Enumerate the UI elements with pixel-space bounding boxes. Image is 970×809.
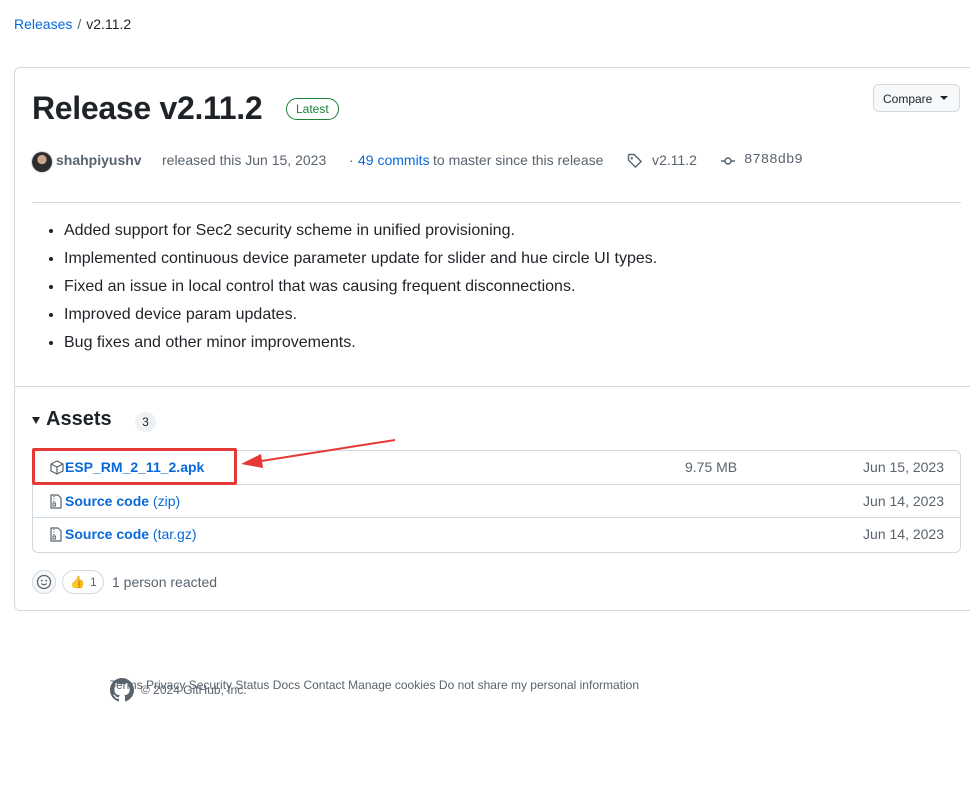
asset-date: Jun 15, 2023	[863, 459, 944, 475]
asset-date: Jun 14, 2023	[863, 493, 944, 509]
asset-row: Source code (tar.gz) Jun 14, 2023	[33, 517, 960, 551]
thumbs-up-icon: 👍	[70, 575, 85, 589]
asset-size: 9.75 MB	[685, 459, 738, 475]
asset-name: Source code	[65, 526, 150, 542]
latest-badge: Latest	[286, 98, 339, 120]
compare-button[interactable]: Compare	[873, 84, 960, 112]
reactions-summary: 1 person reacted	[112, 574, 218, 590]
release-notes: Added support for Sec2 security scheme i…	[46, 220, 657, 360]
commits-suffix: to master since this release	[433, 152, 604, 168]
asset-link[interactable]: Source code (tar.gz)	[65, 526, 197, 542]
meta-dot: ·	[349, 152, 354, 168]
release-note-item: Bug fixes and other minor improvements.	[64, 332, 657, 360]
commits-link[interactable]: 49 commits	[358, 152, 430, 168]
assets-heading: Assets	[46, 408, 112, 430]
release-card: Release v2.11.2 Latest Compare shahpiyus…	[14, 67, 970, 611]
footer: © 2024 GitHub, Inc. Terms Privacy Securi…	[110, 678, 639, 702]
asset-list: ESP_RM_2_11_2.apk 9.75 MB Jun 15, 2023 S…	[32, 450, 961, 553]
annotation-arrow-icon	[241, 439, 396, 468]
tag-icon	[627, 153, 643, 172]
asset-row: Source code (zip) Jun 14, 2023	[33, 484, 960, 518]
release-title: Release v2.11.2	[32, 90, 263, 126]
release-note-item: Implemented continuous device parameter …	[64, 248, 657, 276]
smiley-icon	[36, 574, 52, 590]
breadcrumb-releases-link[interactable]: Releases	[14, 16, 72, 32]
divider	[15, 386, 970, 387]
file-zip-icon	[50, 494, 62, 514]
footer-link-docs[interactable]: Docs	[273, 678, 300, 692]
triangle-down-icon	[32, 417, 40, 424]
footer-copyright: © 2024 GitHub, Inc.	[141, 683, 247, 697]
asset-name: ESP_RM_2_11_2.apk	[65, 459, 205, 475]
package-icon	[50, 460, 64, 480]
footer-link-contact[interactable]: Contact	[303, 678, 344, 692]
asset-link[interactable]: Source code (zip)	[65, 493, 180, 509]
breadcrumb-separator: /	[77, 16, 82, 32]
divider	[32, 202, 961, 203]
commit-icon	[720, 153, 736, 172]
thumbs-up-reaction-button[interactable]: 👍 1	[62, 570, 104, 594]
asset-name: Source code	[65, 493, 150, 509]
asset-format: (zip)	[152, 493, 181, 509]
asset-link[interactable]: ESP_RM_2_11_2.apk	[65, 459, 204, 475]
footer-link-do-not-share[interactable]: Do not share my personal information	[439, 678, 639, 692]
github-logo-icon	[110, 678, 134, 702]
compare-label: Compare	[883, 92, 933, 106]
asset-row: ESP_RM_2_11_2.apk 9.75 MB Jun 15, 2023	[33, 451, 960, 484]
tag-link[interactable]: v2.11.2	[652, 152, 697, 168]
breadcrumb: Releases / v2.11.2	[14, 16, 131, 32]
file-zip-icon	[50, 527, 62, 547]
author-link[interactable]: shahpiyushv	[56, 152, 142, 168]
asset-date: Jun 14, 2023	[863, 526, 944, 542]
release-note-item: Improved device param updates.	[64, 304, 657, 332]
released-text: released this Jun 15, 2023	[162, 152, 327, 168]
add-reaction-button[interactable]	[32, 570, 56, 594]
commit-sha-link[interactable]: 8788db9	[744, 152, 803, 168]
reaction-count: 1	[90, 575, 97, 589]
release-note-item: Fixed an issue in local control that was…	[64, 276, 657, 304]
release-note-item: Added support for Sec2 security scheme i…	[64, 220, 657, 248]
footer-link-manage-cookies[interactable]: Manage cookies	[348, 678, 435, 692]
breadcrumb-current: v2.11.2	[86, 16, 132, 32]
asset-format: (tar.gz)	[152, 526, 197, 542]
chevron-down-icon	[940, 96, 948, 100]
assets-count-badge: 3	[135, 412, 156, 432]
avatar[interactable]	[32, 152, 52, 172]
